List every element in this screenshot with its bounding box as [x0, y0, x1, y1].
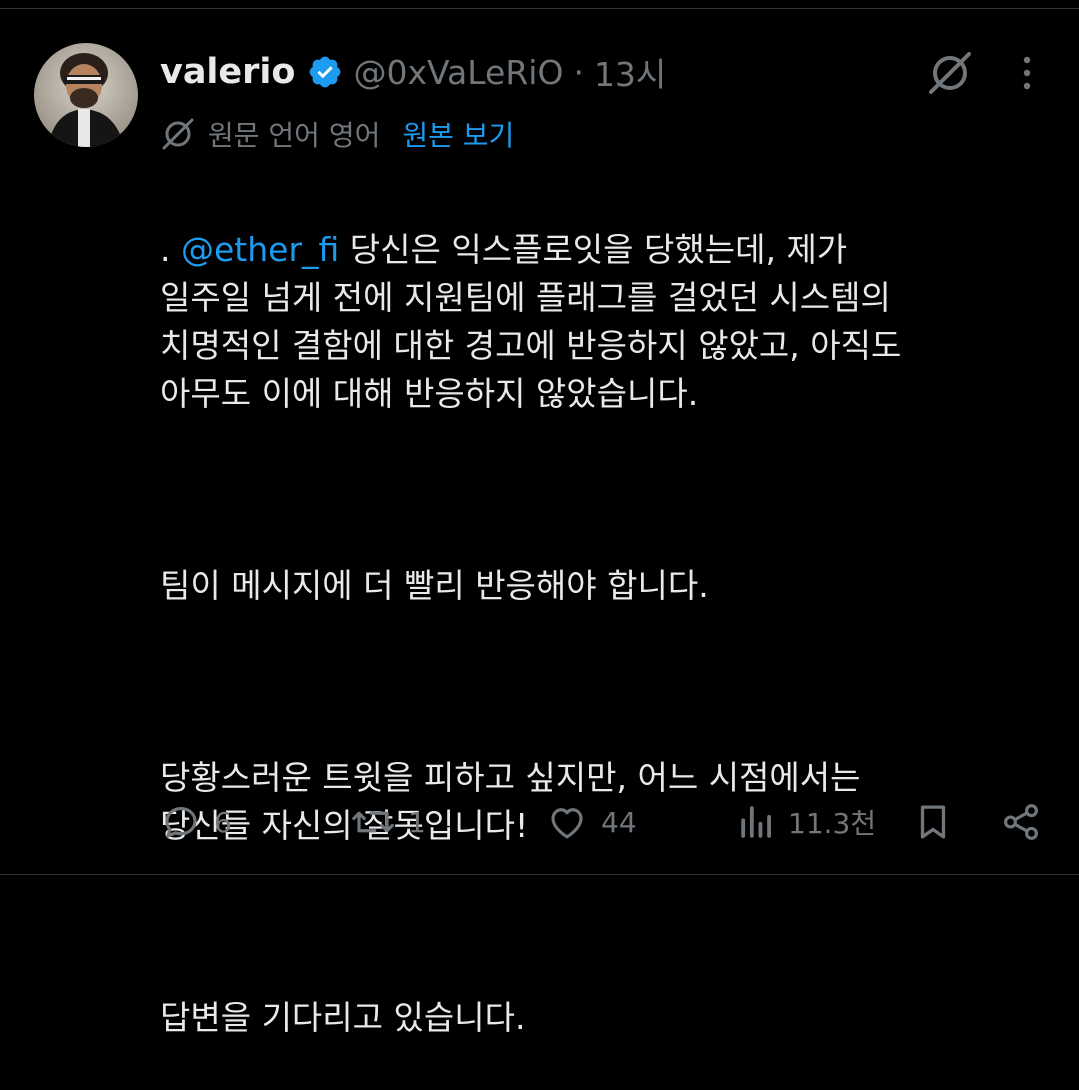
user-handle[interactable]: @0xVaLeRiO — [353, 53, 563, 92]
reply-icon — [160, 801, 202, 843]
views-count: 11.3천 — [788, 807, 877, 840]
reply-button[interactable]: 6 — [160, 796, 232, 848]
bottom-divider — [0, 874, 1079, 875]
display-name[interactable]: valerio — [160, 52, 295, 92]
share-icon — [1000, 801, 1042, 843]
tweet-header: valerio @0xVaLeRiO · 13시 — [160, 48, 666, 96]
paragraph-4: 답변을 기다리고 있습니다. — [160, 998, 526, 1037]
repost-count: 1 — [408, 805, 426, 839]
paragraph-2: 팀이 메시지에 더 빨리 반응해야 합니다. — [160, 566, 709, 605]
action-bar: 6 1 44 11.3천 — [0, 796, 1079, 848]
like-button[interactable]: 44 — [545, 796, 637, 848]
bookmark-icon — [912, 801, 954, 843]
like-count: 44 — [601, 805, 637, 839]
views-button[interactable]: 11.3천 — [738, 796, 876, 848]
timestamp[interactable]: 13시 — [594, 48, 666, 96]
translate-icon — [160, 116, 196, 152]
views-icon — [738, 801, 776, 843]
heart-icon — [545, 801, 589, 843]
paragraph-1-prefix: . — [160, 230, 181, 269]
mention-link[interactable]: @ether_fi — [181, 230, 339, 269]
translation-notice: 원문 언어 영어 원본 보기 — [160, 113, 514, 155]
paragraph-1: . @ether_fi 당신은 익스플로잇을 당했는데, 제가 일주일 넘게 전… — [160, 226, 1060, 418]
separator-dot: · — [573, 52, 584, 92]
show-original-link[interactable]: 원본 보기 — [402, 114, 514, 154]
grok-icon[interactable] — [925, 48, 975, 98]
repost-icon — [350, 801, 396, 843]
top-divider — [0, 8, 1079, 9]
bookmark-button[interactable] — [912, 796, 954, 848]
translation-label: 원문 언어 영어 — [208, 119, 381, 152]
more-dots-icon[interactable] — [1012, 52, 1042, 94]
share-button[interactable] — [1000, 796, 1042, 848]
tweet-body: . @ether_fi 당신은 익스플로잇을 당했는데, 제가 일주일 넘게 전… — [160, 178, 1060, 1090]
repost-button[interactable]: 1 — [350, 796, 426, 848]
reply-count: 6 — [214, 805, 232, 839]
verified-badge-icon[interactable] — [307, 54, 343, 90]
avatar[interactable] — [34, 43, 138, 147]
